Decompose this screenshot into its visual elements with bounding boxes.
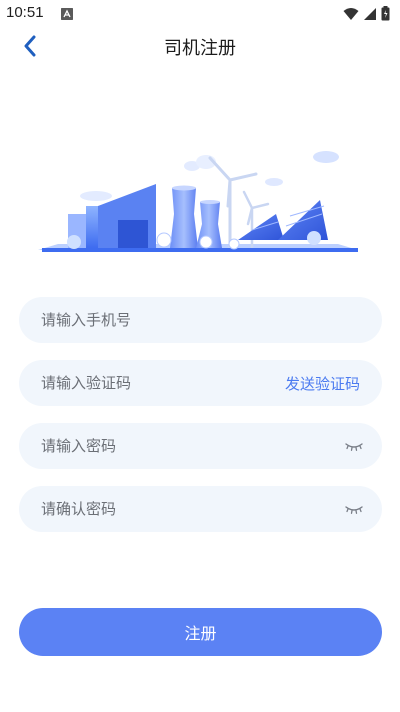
power-plant-illustration <box>38 144 362 256</box>
register-screen: 10:51 司机注册 请输入手机号 请输入验证码 发送验证码 注册 <box>0 0 400 712</box>
status-bar: 10:51 <box>0 0 400 28</box>
confirm-password-input[interactable] <box>41 486 281 532</box>
verification-code-field[interactable]: 发送验证码 <box>19 360 382 406</box>
confirm-password-field[interactable] <box>19 486 382 532</box>
register-button[interactable]: 注册 <box>19 608 382 656</box>
header: 司机注册 <box>0 28 400 64</box>
verification-code-input[interactable] <box>41 360 281 406</box>
password-input[interactable] <box>41 423 281 469</box>
password-field[interactable] <box>19 423 382 469</box>
eye-closed-icon[interactable] <box>344 438 364 454</box>
phone-input[interactable] <box>41 297 281 343</box>
signal-icon <box>363 6 377 25</box>
status-time: 10:51 <box>6 4 44 21</box>
send-code-button[interactable]: 发送验证码 <box>285 373 360 394</box>
page-title: 司机注册 <box>164 38 236 59</box>
battery-icon <box>381 6 390 25</box>
notification-icon <box>61 8 73 20</box>
status-icons <box>343 6 390 25</box>
wifi-icon <box>343 6 359 25</box>
phone-field[interactable] <box>19 297 382 343</box>
eye-closed-icon[interactable] <box>344 501 364 517</box>
